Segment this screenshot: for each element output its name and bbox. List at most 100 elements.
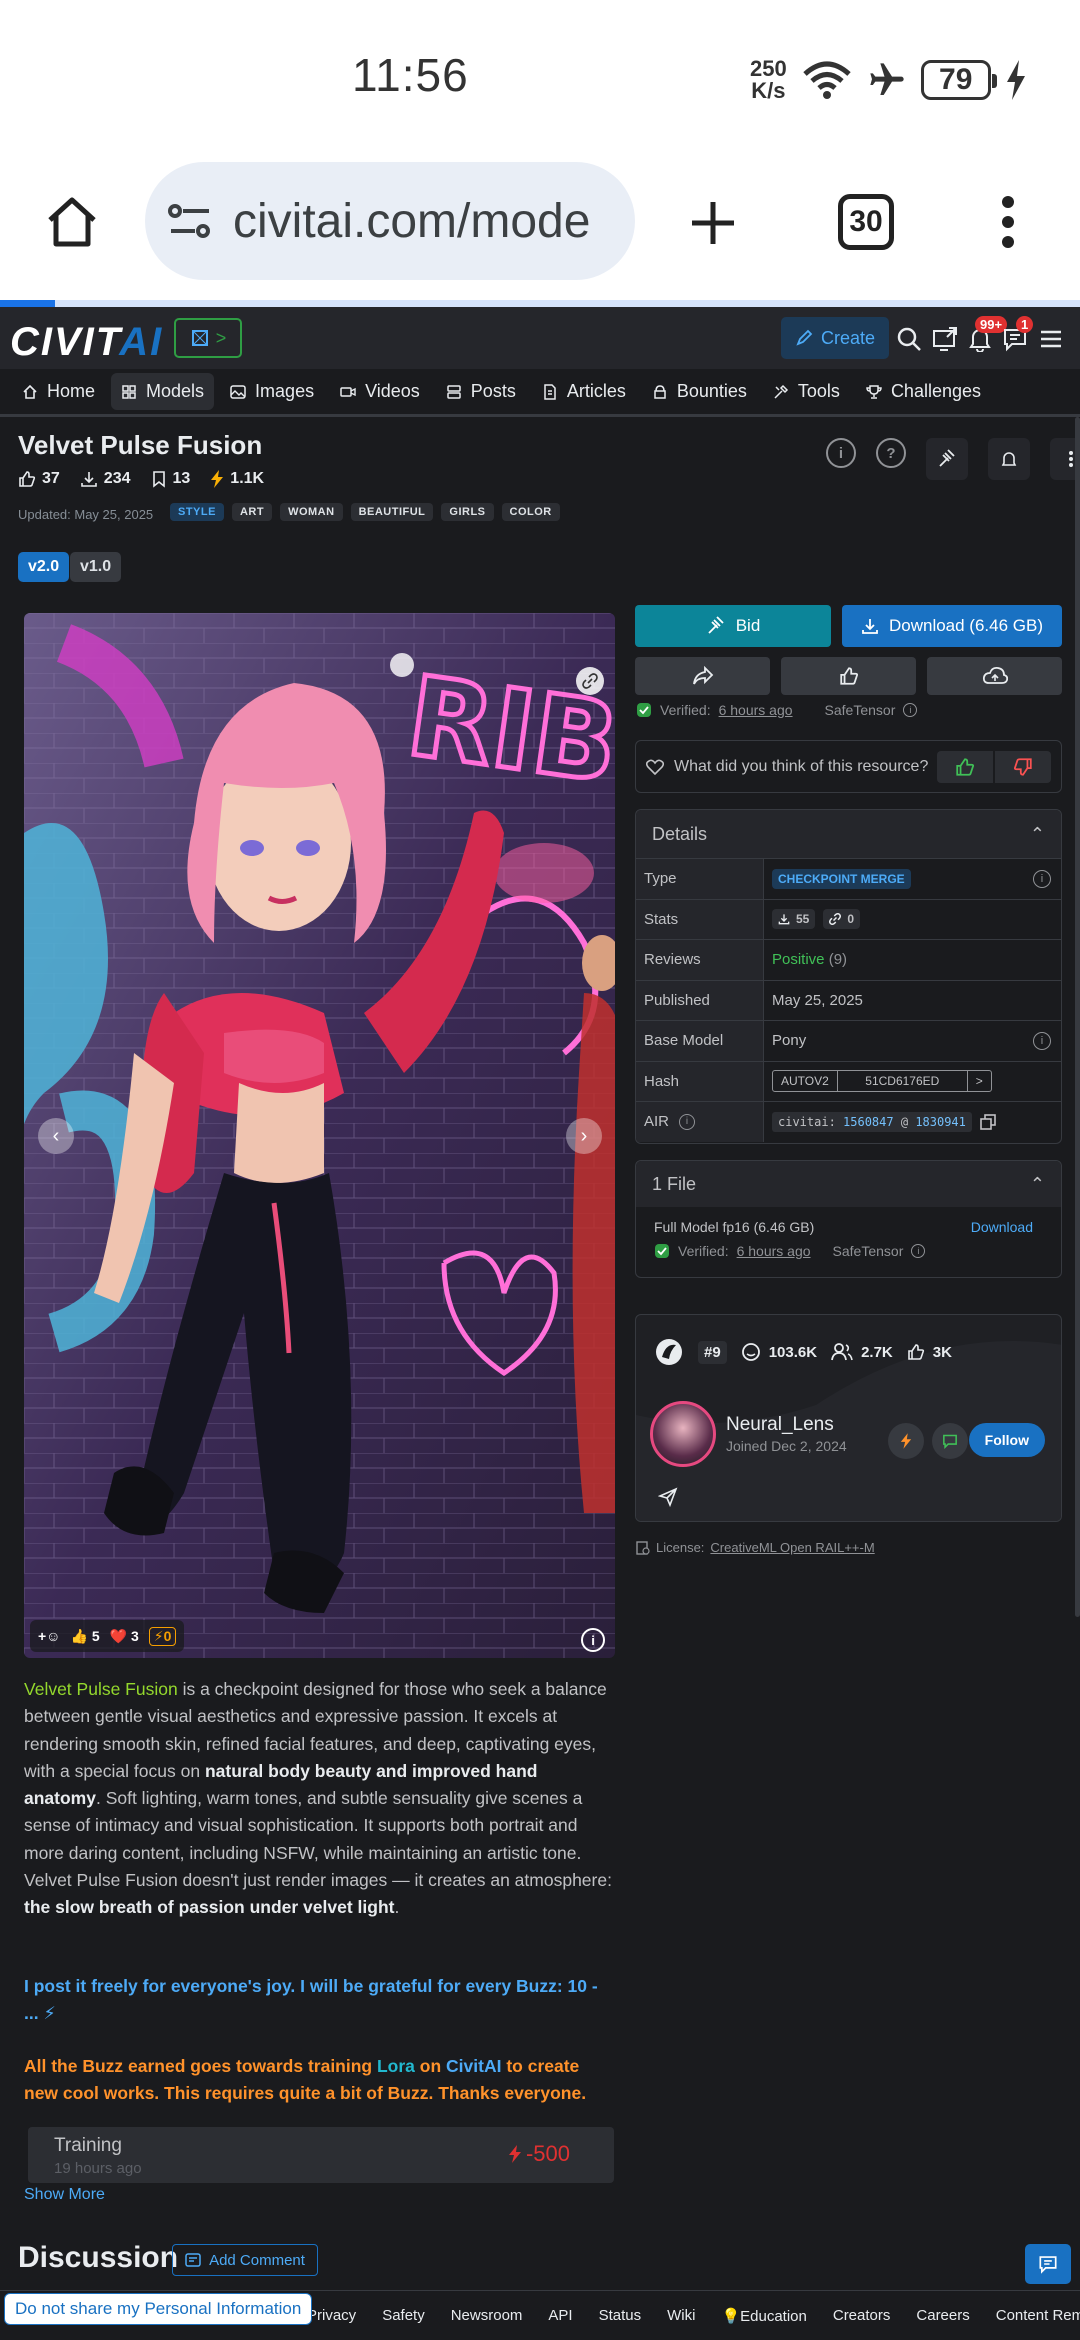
image-prev-button[interactable]: ‹ xyxy=(38,1118,74,1154)
license-link[interactable]: CreativeML Open RAIL++-M xyxy=(710,1540,874,1555)
tag-chip[interactable]: BEAUTIFUL xyxy=(350,503,434,521)
footer-link[interactable]: 💡Education xyxy=(721,2307,806,2325)
new-tab-icon[interactable] xyxy=(688,198,738,248)
creator-name[interactable]: Neural_Lens xyxy=(726,1414,847,1436)
file-download-link[interactable]: Download xyxy=(971,1219,1033,1235)
chevron-up-icon[interactable]: ⌃ xyxy=(1030,824,1045,845)
add-reaction-icon[interactable]: +☺ xyxy=(38,1628,60,1644)
bell-plus-icon[interactable] xyxy=(988,438,1030,480)
info-icon[interactable]: i xyxy=(826,438,856,468)
footer-link[interactable]: Newsroom xyxy=(451,2307,523,2324)
nav-tab-challenges[interactable]: Challenges xyxy=(856,373,991,410)
thumbs-up-feedback-button[interactable] xyxy=(937,751,993,783)
notifications-bell-icon[interactable]: 99+ xyxy=(963,316,1008,356)
hamburger-menu-icon[interactable] xyxy=(1034,322,1068,356)
show-more-link[interactable]: Show More xyxy=(24,2186,105,2204)
model-preview-image[interactable]: RIB xyxy=(24,613,615,1658)
site-settings-icon[interactable] xyxy=(167,201,213,241)
footer-link[interactable]: Safety xyxy=(382,2307,425,2324)
follow-button[interactable]: Follow xyxy=(968,1423,1045,1457)
home-icon[interactable] xyxy=(44,194,100,250)
chevron-up-icon[interactable]: ⌃ xyxy=(1030,1174,1045,1195)
files-header[interactable]: 1 File ⌃ xyxy=(636,1161,1061,1207)
footer-link[interactable]: Status xyxy=(599,2307,642,2324)
footer-link[interactable]: Content Removal xyxy=(996,2307,1080,2324)
tip-buzz-button[interactable] xyxy=(888,1423,924,1459)
tag-chip[interactable]: ART xyxy=(231,503,273,521)
nav-tab-images[interactable]: Images xyxy=(220,373,324,410)
tab-switcher-button[interactable]: 30 xyxy=(838,194,894,250)
footer-link[interactable]: Privacy xyxy=(307,2307,356,2324)
link-icon xyxy=(829,913,842,926)
version-v2-button[interactable]: v2.0 xyxy=(18,552,70,582)
tag-chip[interactable]: WOMAN xyxy=(280,503,343,521)
info-icon[interactable]: i xyxy=(1033,869,1051,888)
model-stats: 37 234 13 1.1K xyxy=(18,470,264,488)
privacy-banner-button[interactable]: Do not share my Personal Information xyxy=(4,2293,313,2325)
info-icon[interactable]: i xyxy=(1033,1031,1051,1050)
create-button[interactable]: Create xyxy=(781,317,889,359)
nav-tab-models[interactable]: Models xyxy=(111,373,215,410)
url-text[interactable]: civitai.com/mode xyxy=(233,194,590,249)
image-next-button[interactable]: › xyxy=(566,1118,602,1154)
share-button[interactable] xyxy=(635,657,770,695)
reviews-link[interactable]: Positive (9) xyxy=(764,940,1061,980)
civitai-logo[interactable]: CIVITAI xyxy=(10,320,163,365)
footer-link[interactable]: API xyxy=(548,2307,572,2324)
like-button[interactable] xyxy=(781,657,916,695)
thumbs-down-feedback-button[interactable] xyxy=(995,751,1051,783)
air-identifier[interactable]: civitai: 1560847 @ 1830941 xyxy=(772,1111,972,1132)
nav-tab-videos[interactable]: Videos xyxy=(330,373,430,410)
info-icon[interactable]: i xyxy=(911,1244,926,1258)
lightning-icon xyxy=(508,2145,521,2163)
hash-box[interactable]: AUTOV2 51CD6176ED > xyxy=(772,1070,992,1093)
message-creator-button[interactable] xyxy=(932,1423,968,1459)
nav-tab-home[interactable]: Home xyxy=(12,373,105,410)
more-menu-icon[interactable] xyxy=(998,194,1018,250)
image-link-icon[interactable] xyxy=(576,667,604,695)
footer-link[interactable]: Wiki xyxy=(667,2307,695,2324)
tag-chip[interactable]: COLOR xyxy=(501,503,560,521)
membership-badge[interactable]: > xyxy=(174,318,242,358)
comment-icon xyxy=(185,2253,201,2267)
bid-button[interactable]: Bid xyxy=(635,605,831,647)
nav-tab-posts[interactable]: Posts xyxy=(436,373,526,410)
add-comment-button[interactable]: Add Comment xyxy=(172,2244,318,2276)
file-verified-time[interactable]: 6 hours ago xyxy=(737,1243,811,1259)
nav-tab-label: Models xyxy=(146,381,205,401)
training-amount: -500 xyxy=(508,2141,570,2167)
tag-chip[interactable]: STYLE xyxy=(170,503,224,521)
info-icon[interactable]: i xyxy=(903,703,918,717)
details-header[interactable]: Details ⌃ xyxy=(636,810,1061,858)
nav-tab-articles[interactable]: Articles xyxy=(532,373,636,410)
image-reactions[interactable]: +☺ 👍 5 ❤️ 3 ⚡0 xyxy=(30,1620,185,1652)
generate-cloud-button[interactable] xyxy=(927,657,1062,695)
chat-fab-button[interactable] xyxy=(1025,2244,1071,2284)
url-bar[interactable]: civitai.com/mode xyxy=(145,162,635,280)
image-info-icon[interactable]: i xyxy=(581,1628,605,1652)
avatar[interactable] xyxy=(650,1401,716,1467)
footer-link[interactable]: Careers xyxy=(916,2307,969,2324)
verified-time-link[interactable]: 6 hours ago xyxy=(719,702,793,718)
chat-icon[interactable]: 1 xyxy=(998,316,1034,356)
upload-icon[interactable] xyxy=(928,322,962,356)
nav-tab-bounties[interactable]: Bounties xyxy=(642,373,757,410)
buzz-reaction[interactable]: ⚡0 xyxy=(148,1626,177,1646)
like-reaction[interactable]: 👍 5 xyxy=(70,1628,99,1645)
tag-chip[interactable]: GIRLS xyxy=(441,503,494,521)
heart-reaction[interactable]: ❤️ 3 xyxy=(110,1628,139,1645)
creator-user[interactable]: Neural_Lens Joined Dec 2, 2024 xyxy=(650,1401,847,1467)
detail-row-air: AIR i civitai: 1560847 @ 1830941 xyxy=(636,1101,1061,1142)
version-v1-button[interactable]: v1.0 xyxy=(70,552,122,582)
search-icon[interactable] xyxy=(892,322,926,356)
info-icon[interactable]: i xyxy=(679,1113,696,1130)
footer-link[interactable]: Creators xyxy=(833,2307,891,2324)
charging-icon xyxy=(1006,60,1025,100)
page-scrollbar[interactable] xyxy=(1075,417,1080,1617)
help-icon[interactable]: ? xyxy=(876,438,906,468)
download-button[interactable]: Download (6.46 GB) xyxy=(842,605,1062,647)
nav-tab-tools[interactable]: Tools xyxy=(763,373,850,410)
copy-icon[interactable] xyxy=(980,1113,996,1130)
bid-gavel-icon[interactable] xyxy=(926,438,968,480)
send-tip-icon[interactable] xyxy=(658,1487,678,1507)
